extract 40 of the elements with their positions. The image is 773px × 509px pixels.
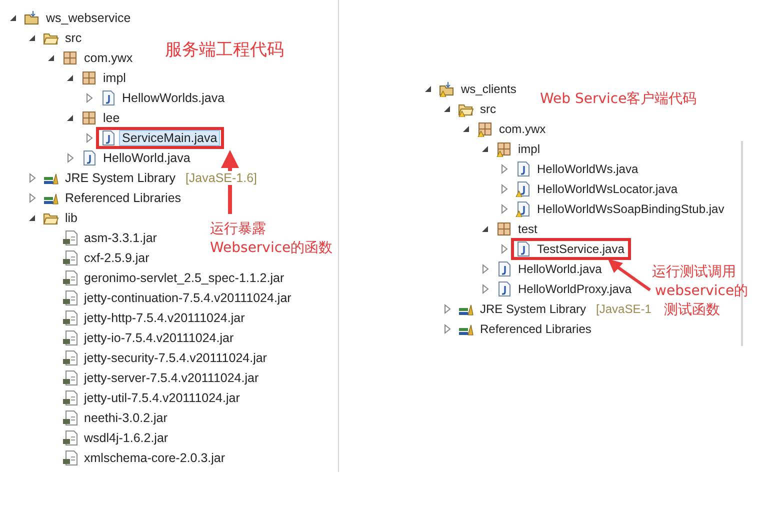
annotation-text: webservice的	[655, 282, 748, 300]
tree-item-label[interactable]: jetty-http-7.5.4.v20111024.jar	[81, 310, 248, 326]
annotation-text: 运行测试调用	[652, 263, 736, 281]
jar-file-icon	[62, 450, 78, 466]
annotation-text: 测试函数	[664, 301, 720, 319]
jar-file-icon	[62, 350, 78, 366]
project-icon	[24, 10, 40, 26]
library-version: [JavaSE-1.6]	[185, 171, 258, 185]
package-icon	[62, 50, 78, 66]
java-file-icon	[100, 90, 116, 106]
annotation-text: 运行暴露	[210, 220, 266, 238]
jar-file-icon	[62, 370, 78, 386]
annotation-text: Webservice的函数	[210, 239, 333, 257]
tree-item-label[interactable]: jetty-security-7.5.4.v20111024.jar	[81, 350, 270, 366]
library-version: [JavaSE-1	[596, 302, 652, 316]
jar-file-icon	[62, 310, 78, 326]
java-file-icon	[81, 150, 97, 166]
tree-item-label[interactable]: JRE System Library	[62, 170, 178, 186]
jar-file-icon	[62, 290, 78, 306]
java-file-icon	[100, 130, 116, 146]
package-icon	[81, 70, 97, 86]
java-file-icon	[496, 261, 512, 277]
jar-file-icon	[62, 430, 78, 446]
tree-item-label[interactable]: jetty-continuation-7.5.4.v20111024.jar	[81, 290, 294, 306]
tree-item-label[interactable]: jetty-util-7.5.4.v20111024.jar	[81, 390, 243, 406]
jar-file-icon	[62, 250, 78, 266]
jar-file-icon	[62, 270, 78, 286]
java-file-icon	[515, 241, 531, 257]
java-file-icon	[496, 281, 512, 297]
package-icon	[81, 110, 97, 126]
jar-file-icon	[62, 230, 78, 246]
jar-file-icon	[62, 330, 78, 346]
annotation-text: Web Service客户端代码	[540, 90, 697, 108]
annotation-text: 服务端工程代码	[165, 39, 284, 61]
tree-item-label[interactable]: TestService.java	[534, 241, 628, 257]
jar-file-icon	[62, 410, 78, 426]
tree-item-label[interactable]: ServiceMain.java	[119, 130, 220, 146]
package-icon	[496, 221, 512, 237]
jar-file-icon	[62, 390, 78, 406]
java-file-icon	[515, 161, 531, 177]
